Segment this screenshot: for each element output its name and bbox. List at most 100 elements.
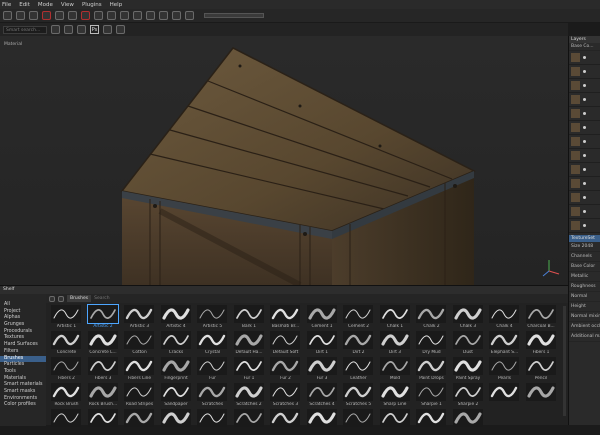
brush-item[interactable]: Dirt 1 (305, 331, 340, 357)
brush-item[interactable] (305, 409, 340, 435)
refresh-icon[interactable] (58, 295, 64, 302)
brush-item[interactable]: Charcoal B... (524, 305, 559, 331)
tab-brushes[interactable]: Brushes (67, 295, 92, 302)
brush-item[interactable] (49, 409, 84, 435)
visibility-icon[interactable] (583, 56, 586, 59)
display-settings-icon[interactable] (172, 11, 181, 20)
shelf-category-item[interactable]: Hard Surfaces (0, 342, 46, 349)
visibility-icon[interactable] (583, 224, 586, 227)
layer-row[interactable] (569, 149, 600, 163)
visibility-icon[interactable] (583, 210, 586, 213)
filter-icon[interactable] (49, 295, 55, 302)
brush-item[interactable]: Pencil (524, 357, 559, 383)
brush-item[interactable] (232, 409, 267, 435)
shelf-category-item[interactable]: Smart masks (0, 389, 46, 396)
brush-item[interactable]: Scratches 5 (341, 383, 376, 409)
brush-item[interactable]: Dirt 2 (341, 331, 376, 357)
brush-item[interactable]: Fur 3 (305, 357, 340, 383)
bake-icon[interactable] (107, 11, 116, 20)
brush-item[interactable] (159, 409, 194, 435)
brush-item[interactable]: Fur 2 (268, 357, 303, 383)
menu-file[interactable]: File (2, 2, 11, 8)
brush-item[interactable]: Fibers 1 (524, 331, 559, 357)
brush-item[interactable]: Basmati Br... (268, 305, 303, 331)
brush-item[interactable]: Mold (378, 357, 413, 383)
shelf-category-item[interactable]: All (0, 302, 46, 309)
menu-mode[interactable]: Mode (38, 2, 53, 8)
brush-item[interactable]: Chalk 1 (378, 305, 413, 331)
visibility-icon[interactable] (583, 196, 586, 199)
render-icon[interactable] (185, 11, 194, 20)
channel-height[interactable]: Height (569, 302, 600, 312)
brush-item[interactable]: Default Soft (268, 331, 303, 357)
brush-item[interactable]: Scratches 3 (268, 383, 303, 409)
brush-item[interactable]: Cement 1 (305, 305, 340, 331)
brush-item[interactable]: Fur 1 (232, 357, 267, 383)
brush-item[interactable]: Artistic 1 (49, 305, 84, 331)
brush-item[interactable] (268, 409, 303, 435)
visibility-icon[interactable] (583, 84, 586, 87)
settings-icon[interactable] (116, 25, 125, 34)
brush-item[interactable]: Fibers 3 (86, 357, 121, 383)
channel-icon[interactable] (77, 25, 86, 34)
visibility-icon[interactable] (583, 154, 586, 157)
shelf-category-item[interactable]: Smart materials (0, 382, 46, 389)
brush-item[interactable]: Artistic 4 (159, 305, 194, 331)
projection-tool-icon[interactable] (29, 11, 38, 20)
brush-item[interactable] (487, 383, 522, 409)
symmetry-icon[interactable] (120, 11, 129, 20)
brush-item[interactable]: Pearls (487, 357, 522, 383)
brush-item[interactable]: Fibers 2 (49, 357, 84, 383)
brush-item[interactable]: Dirt 3 (378, 331, 413, 357)
visibility-icon[interactable] (583, 182, 586, 185)
camera-icon[interactable] (133, 11, 142, 20)
polygon-fill-icon[interactable] (42, 11, 51, 20)
brush-item[interactable]: Rock Brush... (86, 383, 121, 409)
brush-item[interactable]: Chalk 3 (451, 305, 486, 331)
shelf-category-item[interactable]: Tools (0, 369, 46, 376)
material-picker-icon[interactable] (81, 11, 90, 20)
brush-item[interactable]: Dry Mud (414, 331, 449, 357)
smart-search-input[interactable]: Smart search... (3, 25, 47, 34)
brush-item[interactable] (524, 383, 559, 409)
normal-mixing[interactable]: Normal mixing (569, 312, 600, 322)
brush-item[interactable]: Sandpaper (159, 383, 194, 409)
brush-item[interactable]: Scratches 2 (232, 383, 267, 409)
brush-item[interactable]: Cement 2 (341, 305, 376, 331)
eraser-tool-icon[interactable] (16, 11, 25, 20)
brush-item[interactable]: Artistic 3 (122, 305, 157, 331)
brush-item[interactable]: Default Ha... (232, 331, 267, 357)
brush-item[interactable]: Cotton (122, 331, 157, 357)
shelf-category-item[interactable]: Color profiles (0, 402, 46, 409)
brush-item[interactable]: Fibers Line (122, 357, 157, 383)
brush-item[interactable]: Scratches (195, 383, 230, 409)
grid-icon[interactable] (159, 11, 168, 20)
blend-mode-select[interactable]: Base Co... (569, 43, 600, 51)
layer-row[interactable] (569, 163, 600, 177)
clone-tool-icon[interactable] (68, 11, 77, 20)
brush-item[interactable]: Rock Brush (49, 383, 84, 409)
additional-maps[interactable]: Additional maps (569, 332, 600, 342)
brush-item[interactable]: Chalk 2 (414, 305, 449, 331)
visibility-icon[interactable] (583, 112, 586, 115)
visibility-icon[interactable] (583, 140, 586, 143)
layer-row[interactable] (569, 219, 600, 233)
brush-item[interactable] (122, 409, 157, 435)
menu-view[interactable]: View (61, 2, 74, 8)
layer-row[interactable] (569, 177, 600, 191)
brush-item[interactable]: Fur (195, 357, 230, 383)
brush-item[interactable]: Sharp Line (378, 383, 413, 409)
environment-icon[interactable] (64, 25, 73, 34)
brush-item[interactable] (414, 409, 449, 435)
brush-item[interactable]: Leather (341, 357, 376, 383)
brush-item[interactable]: Fingerprint (159, 357, 194, 383)
shelf-category-item[interactable]: Grunges (0, 322, 46, 329)
brush-item[interactable]: Concrete (49, 331, 84, 357)
layer-row[interactable] (569, 191, 600, 205)
brush-item[interactable]: Sharpie 2 (451, 383, 486, 409)
layer-row[interactable] (569, 65, 600, 79)
visibility-icon[interactable] (583, 168, 586, 171)
brush-item[interactable]: Concrete L... (86, 331, 121, 357)
brush-item[interactable] (86, 409, 121, 435)
shelf-search-input[interactable]: Search (94, 296, 109, 301)
